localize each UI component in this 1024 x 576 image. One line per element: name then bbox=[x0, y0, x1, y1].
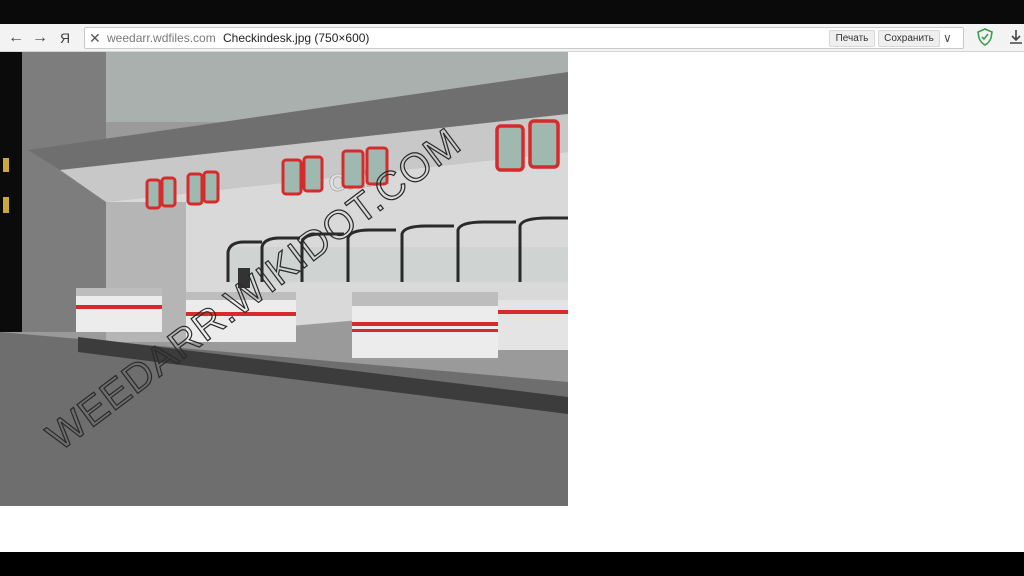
left-sign-light bbox=[3, 197, 9, 213]
print-button[interactable]: Печать bbox=[829, 30, 875, 47]
checkin-desk bbox=[498, 300, 568, 350]
checkin-desk-image: OAIR bbox=[0, 52, 568, 506]
left-sign-light bbox=[3, 158, 9, 172]
left-dark-panel bbox=[0, 52, 22, 332]
browser-toolbar: ← → Я ✕ weedarr.wdfiles.com Checkindesk.… bbox=[0, 24, 1024, 52]
download-icon[interactable] bbox=[1008, 28, 1024, 46]
browser-logo[interactable]: Я bbox=[55, 28, 75, 48]
close-icon[interactable]: ✕ bbox=[89, 29, 101, 47]
forward-icon[interactable]: → bbox=[30, 28, 50, 48]
image-viewport: OAIR bbox=[0, 52, 1024, 552]
address-host: weedarr.wdfiles.com bbox=[107, 31, 216, 45]
address-bar[interactable]: ✕ weedarr.wdfiles.com Checkindesk.jpg (7… bbox=[84, 27, 964, 49]
shield-icon[interactable] bbox=[976, 28, 994, 46]
address-title: Checkindesk.jpg (750×600) bbox=[223, 31, 370, 45]
save-button[interactable]: Сохранить bbox=[878, 30, 940, 47]
checkin-desk bbox=[76, 288, 162, 332]
window-bottom-bar bbox=[0, 552, 1024, 576]
checkin-desk bbox=[352, 292, 498, 358]
chevron-down-icon[interactable]: ∨ bbox=[943, 29, 952, 47]
back-icon[interactable]: ← bbox=[6, 28, 26, 48]
window-top-bar bbox=[0, 0, 1024, 24]
